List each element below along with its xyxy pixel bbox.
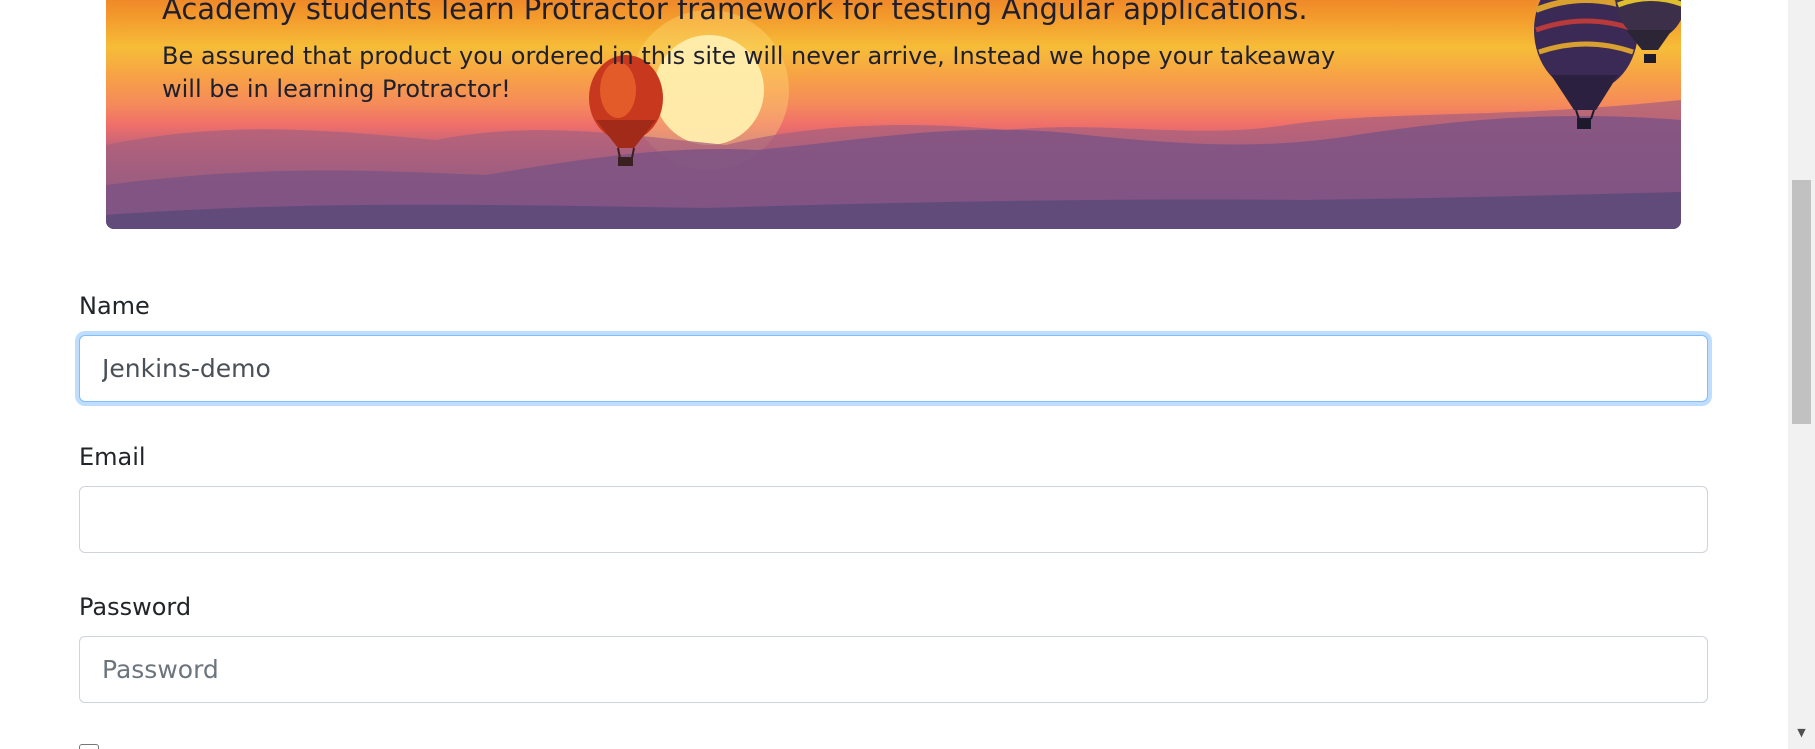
name-field-group: Name bbox=[79, 291, 1708, 402]
banner-title: Academy students learn Protractor framew… bbox=[162, 0, 1308, 26]
email-field-group: Email bbox=[79, 442, 1708, 553]
vertical-scrollbar[interactable]: ▼ bbox=[1788, 0, 1815, 749]
scrollbar-thumb[interactable] bbox=[1792, 180, 1811, 424]
password-input[interactable] bbox=[79, 636, 1708, 703]
name-label: Name bbox=[79, 292, 150, 320]
scroll-down-arrow-icon[interactable]: ▼ bbox=[1788, 724, 1815, 741]
email-label: Email bbox=[79, 443, 146, 471]
password-label: Password bbox=[79, 593, 192, 621]
banner-description: Be assured that product you ordered in t… bbox=[162, 42, 1336, 103]
balloon-sunset-illustration bbox=[106, 0, 1681, 229]
checkbox[interactable] bbox=[79, 744, 99, 749]
page: Academy students learn Protractor framew… bbox=[0, 0, 1788, 749]
password-field-group: Password bbox=[79, 592, 1708, 703]
email-input[interactable] bbox=[79, 486, 1708, 553]
hero-banner: Academy students learn Protractor framew… bbox=[106, 0, 1681, 229]
name-input[interactable] bbox=[79, 335, 1708, 402]
